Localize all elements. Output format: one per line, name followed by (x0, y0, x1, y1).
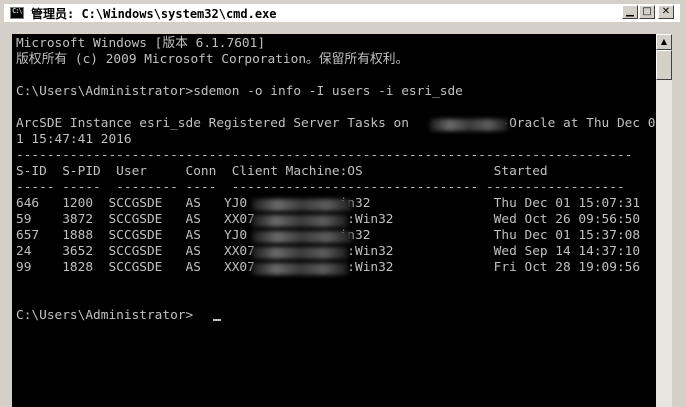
window-border (672, 34, 686, 407)
redacted-region (430, 119, 508, 131)
console-line: 版权所有 (c) 2009 Microsoft Corporation。保留所有… (16, 52, 409, 67)
text-cursor (213, 319, 221, 321)
title-bar[interactable]: C:\ 管理员: C:\Windows\system32\cmd.exe ▁ □… (4, 4, 680, 22)
minimize-icon: ▁ (626, 6, 634, 17)
vertical-scrollbar[interactable]: ▲ (656, 34, 672, 407)
console-line: ----- ----- -------- ---- --------------… (16, 180, 625, 195)
console-line: C:\Users\Administrator> (16, 308, 194, 323)
console-line: 1 15:47:41 2016 (16, 132, 132, 147)
console-line: Microsoft Windows [版本 6.1.7601] (16, 36, 266, 51)
close-icon: ✕ (661, 6, 671, 17)
redacted-region (252, 263, 348, 275)
console-line: ----------------------------------------… (16, 148, 633, 163)
redacted-region (252, 199, 352, 211)
scroll-thumb[interactable] (656, 50, 672, 80)
scroll-up-button[interactable]: ▲ (656, 34, 672, 50)
up-arrow-icon: ▲ (660, 37, 668, 46)
minimize-button[interactable]: ▁ (622, 5, 638, 19)
console-line: C:\Users\Administrator>sdemon -o info -I… (16, 84, 463, 99)
console-output[interactable]: Microsoft Windows [版本 6.1.7601] 版权所有 (c)… (12, 34, 656, 407)
redacted-region (252, 247, 348, 259)
redacted-region (252, 231, 352, 243)
window-title: 管理员: C:\Windows\system32\cmd.exe (31, 7, 277, 21)
maximize-icon: □ (642, 6, 652, 17)
cmd-window: C:\ 管理员: C:\Windows\system32\cmd.exe ▁ □… (0, 0, 686, 407)
cmd-icon[interactable]: C:\ (10, 7, 24, 19)
close-button[interactable]: ✕ (658, 5, 674, 19)
console-line: S-ID S-PID User Conn Client Machine:OS S… (16, 164, 548, 179)
redacted-region (252, 215, 348, 227)
console-line: ArcSDE Instance esri_sde Registered Serv… (16, 116, 656, 131)
maximize-button[interactable]: □ (639, 5, 655, 19)
